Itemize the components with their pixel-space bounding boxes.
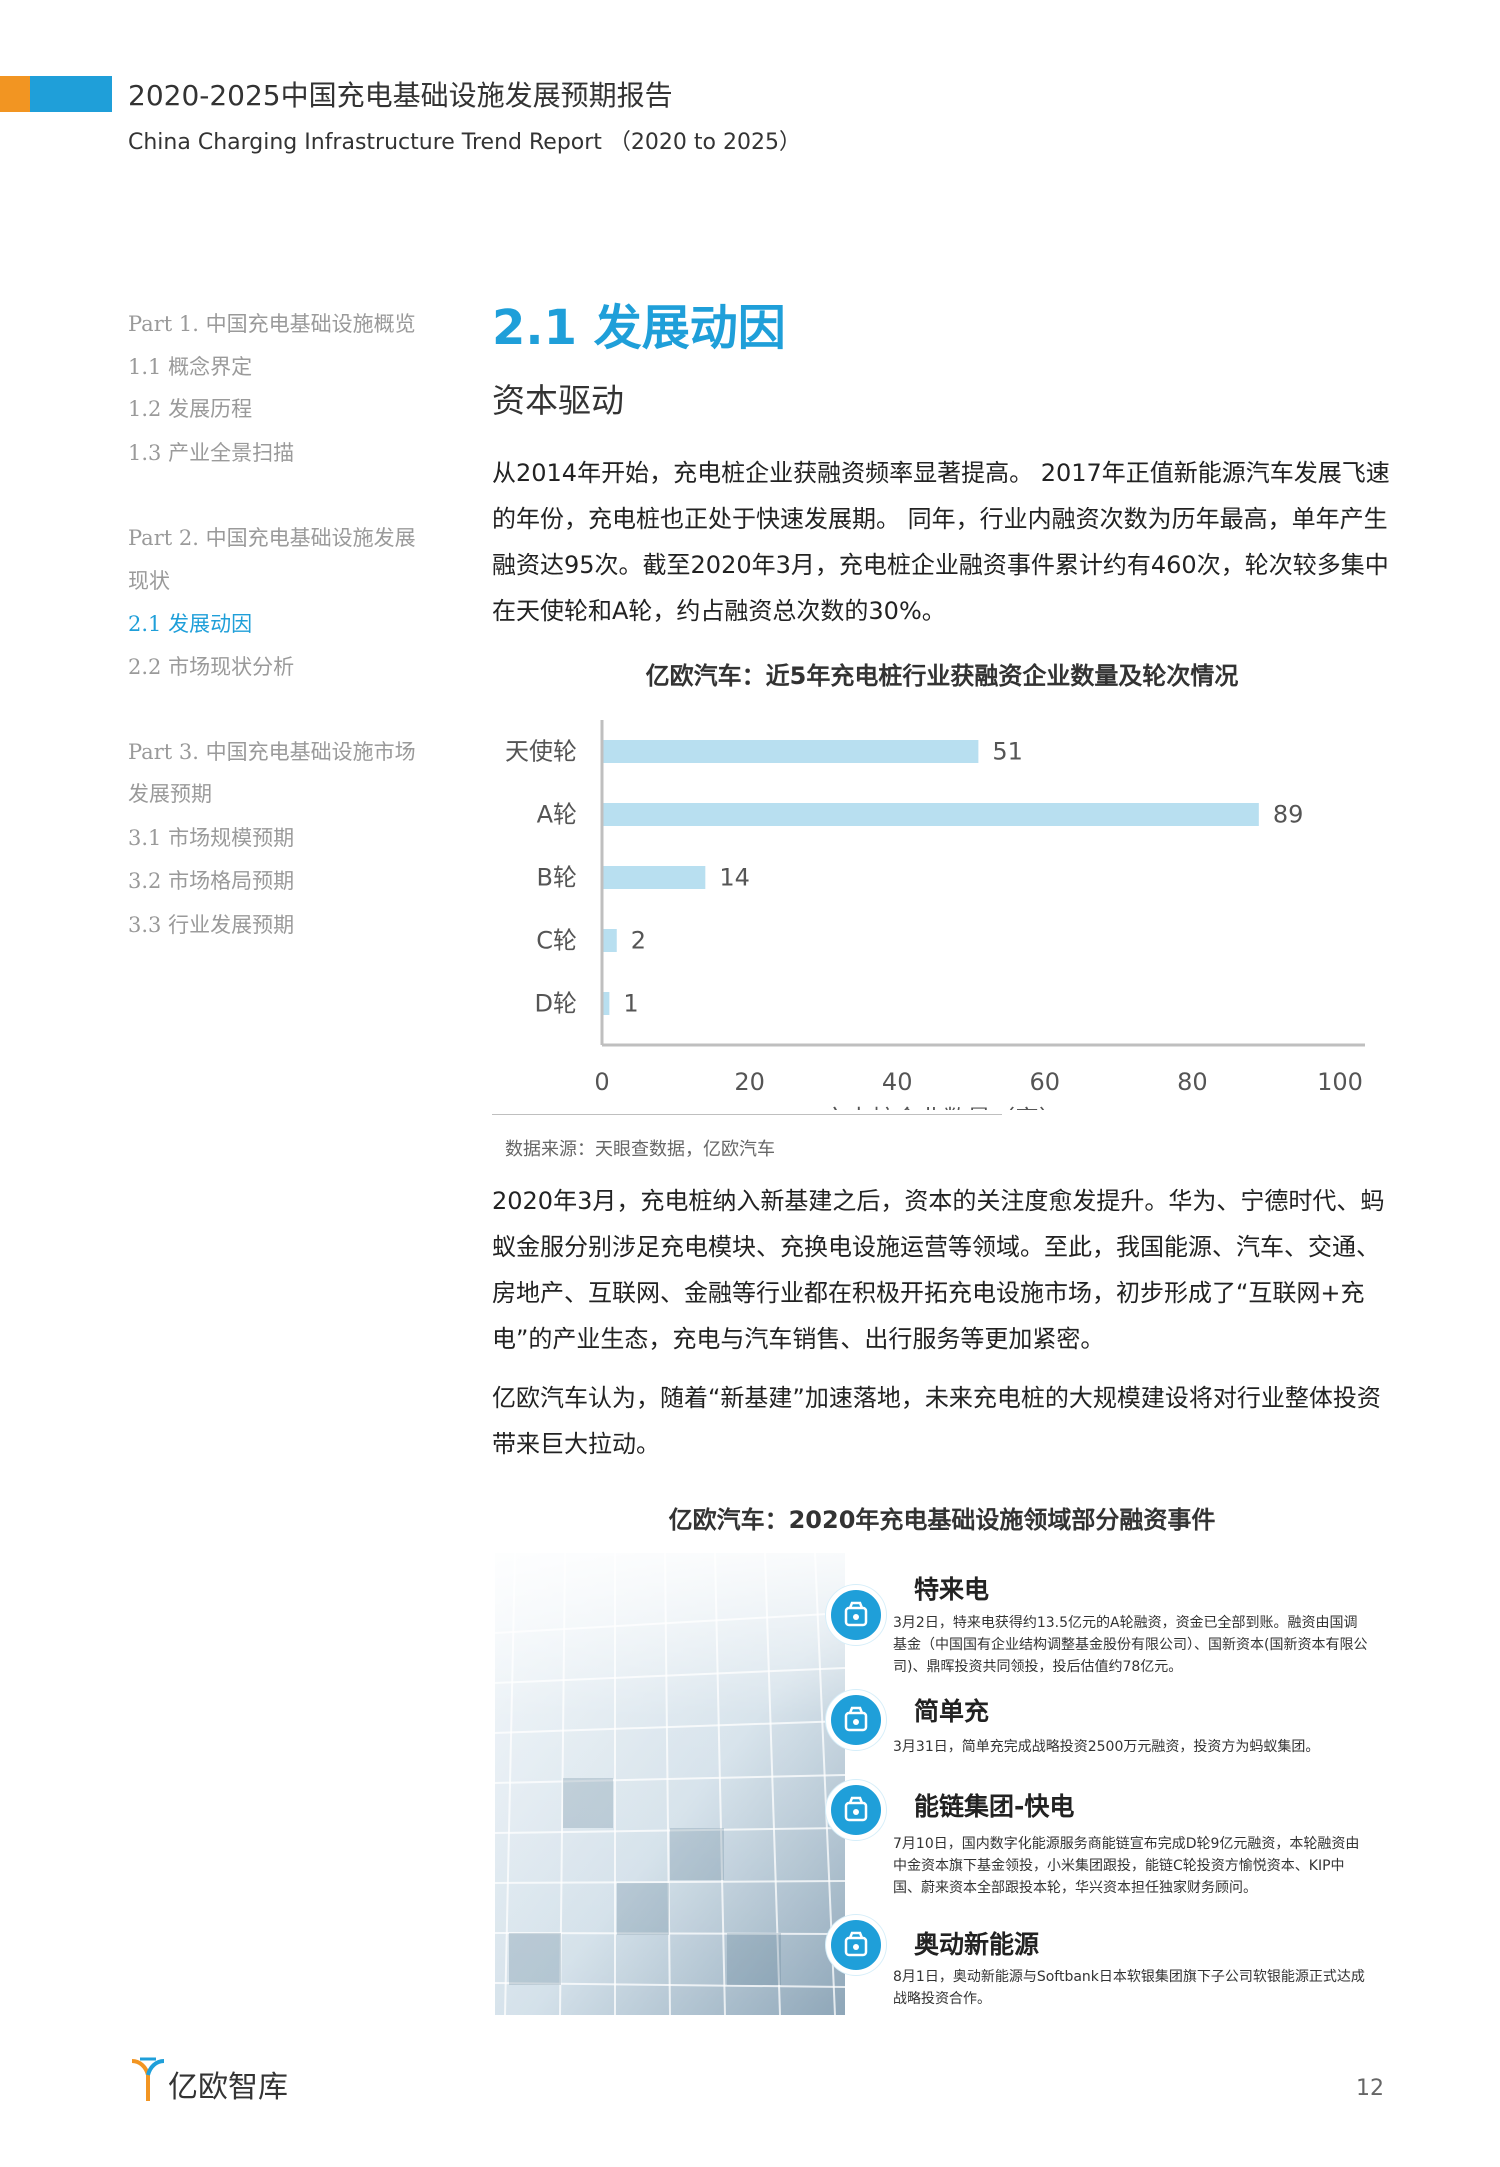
event-desc-4: 8月1日，奥动新能源与Softbank日本软银集团旗下子公司软银能源正式达成战略… xyxy=(893,1969,1365,2007)
toc-3-2[interactable]: 3.2 市场格局预期 xyxy=(128,865,294,895)
x-tick-label: 60 xyxy=(1030,1068,1061,1096)
event-name-3: 能链集团-快电 xyxy=(914,1792,1075,1821)
x-tick-label: 20 xyxy=(734,1068,765,1096)
x-tick-label: 40 xyxy=(882,1068,913,1096)
section-title: 2.1 发展动因 xyxy=(492,300,786,356)
legend-label: 充电桩企业数量（家） xyxy=(823,1105,1063,1110)
toc-1-1[interactable]: 1.1 概念界定 xyxy=(128,351,252,381)
money-bag-icon xyxy=(826,1915,886,1975)
data-label: 1 xyxy=(623,990,638,1018)
money-bag-icon xyxy=(826,1690,886,1750)
x-tick-label: 80 xyxy=(1177,1068,1208,1096)
data-label: 14 xyxy=(719,864,750,892)
financing-rounds-bar-chart: 天使轮 51 A轮 89 B轮 14 C轮 2 D轮 1 0 20 40 60 80 100 充电桩企业数量（家… xyxy=(505,720,1365,1110)
event-name-1: 特来电 xyxy=(914,1575,990,1604)
toc-1-2[interactable]: 1.2 发展历程 xyxy=(128,393,252,423)
toc-2-1-active[interactable]: 2.1 发展动因 xyxy=(128,608,252,638)
chart-source: 数据来源：天眼查数据，亿欧汽车 xyxy=(505,1139,775,1160)
toc-part3-cont[interactable]: 发展预期 xyxy=(128,778,212,808)
data-label: 89 xyxy=(1273,801,1304,829)
category-label: D轮 xyxy=(535,990,577,1018)
x-tick-label: 0 xyxy=(594,1068,609,1096)
bar xyxy=(602,866,706,889)
toc-part2[interactable]: Part 2. 中国充电基础设施发展 xyxy=(128,522,416,552)
category-label: 天使轮 xyxy=(505,738,577,766)
header-accent-bar-blue xyxy=(30,76,112,112)
report-title: 2020-2025中国充电基础设施发展预期报告 xyxy=(128,79,673,112)
event-name-4: 奥动新能源 xyxy=(914,1930,1040,1959)
toc-3-1[interactable]: 3.1 市场规模预期 xyxy=(128,822,294,852)
category-label: A轮 xyxy=(537,801,577,829)
bar xyxy=(602,740,979,763)
paragraph-2: 2020年3月，充电桩纳入新基建之后，资本的关注度愈发提升。华为、宁德时代、蚂蚁… xyxy=(492,1187,1385,1353)
footer-logo-text: 亿欧智库 xyxy=(168,2070,288,2105)
toc-part2-cont[interactable]: 现状 xyxy=(128,565,170,595)
category-label: C轮 xyxy=(536,927,577,955)
toc-3-3[interactable]: 3.3 行业发展预期 xyxy=(128,909,294,939)
events-title: 亿欧汽车：2020年充电基础设施领域部分融资事件 xyxy=(668,1506,1216,1534)
chart-divider xyxy=(492,1114,1002,1115)
bar xyxy=(602,803,1259,826)
data-label: 51 xyxy=(992,738,1023,766)
report-subtitle: China Charging Infrastructure Trend Repo… xyxy=(128,130,801,155)
x-tick-label: 100 xyxy=(1317,1068,1363,1096)
section-subtitle: 资本驱动 xyxy=(492,381,624,420)
page-number: 12 xyxy=(1356,2076,1384,2101)
toc-2-2[interactable]: 2.2 市场现状分析 xyxy=(128,651,294,681)
toc-part3[interactable]: Part 3. 中国充电基础设施市场 xyxy=(128,736,416,766)
data-label: 2 xyxy=(631,927,646,955)
event-desc-2: 3月31日，简单充完成战略投资2500万元融资，投资方为蚂蚁集团。 xyxy=(893,1739,1320,1755)
toc-1-3[interactable]: 1.3 产业全景扫描 xyxy=(128,437,294,467)
glass-building-photo xyxy=(495,1553,845,2015)
chart-title: 亿欧汽车：近5年充电桩行业获融资企业数量及轮次情况 xyxy=(645,662,1239,690)
event-desc-3: 7月10日，国内数字化能源服务商能链宣布完成D轮9亿元融资，本轮融资由中金资本旗… xyxy=(893,1836,1360,1896)
event-desc-1: 3月2日，特来电获得约13.5亿元的A轮融资，资金已全部到账。融资由国调基金（中… xyxy=(893,1615,1368,1675)
category-label: B轮 xyxy=(537,864,577,892)
money-bag-icon xyxy=(826,1780,886,1840)
paragraph-1: 从2014年开始，充电桩企业获融资频率显著提高。 2017年正值新能源汽车发展飞… xyxy=(492,459,1390,625)
toc-part1[interactable]: Part 1. 中国充电基础设施概览 xyxy=(128,308,416,338)
header-accent-bar-orange xyxy=(0,76,30,112)
paragraph-3: 亿欧汽车认为，随着“新基建”加速落地，未来充电桩的大规模建设将对行业整体投资带来… xyxy=(492,1384,1381,1458)
event-name-2: 简单充 xyxy=(914,1697,990,1726)
bar xyxy=(602,929,617,952)
money-bag-icon xyxy=(826,1585,886,1645)
